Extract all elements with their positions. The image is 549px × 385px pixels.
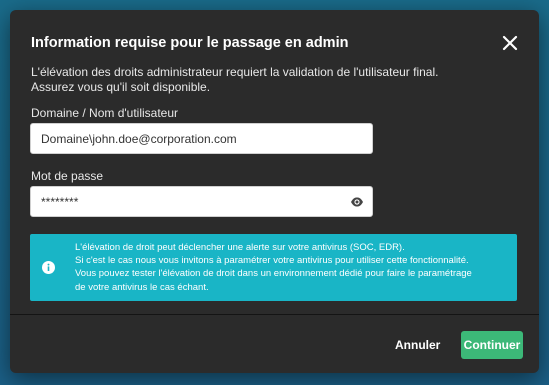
admin-elevation-dialog: Information requise pour le passage en a… — [10, 10, 539, 373]
username-field[interactable]: Domaine\john.doe@corporation.com — [30, 123, 373, 154]
alert-line: L'élévation de droit peut déclencher une… — [75, 242, 405, 253]
dialog-title: Information requise pour le passage en a… — [31, 35, 349, 51]
password-value: ******** — [41, 194, 79, 209]
password-label: Mot de passe — [31, 169, 104, 183]
show-password-toggle[interactable] — [350, 196, 364, 208]
close-button[interactable] — [500, 33, 520, 53]
close-icon — [502, 35, 518, 51]
description-line: Assurez vous qu'il soit disponible. — [31, 80, 211, 94]
cancel-button[interactable]: Annuler — [395, 338, 440, 352]
continue-button[interactable]: Continuer — [461, 331, 523, 359]
alert-text: L'élévation de droit peut déclencher une… — [75, 241, 511, 294]
footer-divider — [10, 314, 539, 315]
info-icon — [42, 261, 55, 274]
eye-icon — [351, 197, 363, 207]
alert-line: de votre antivirus le cas échant. — [75, 281, 209, 293]
description-line: L'élévation des droits administrateur re… — [31, 65, 439, 79]
username-value: Domaine\john.doe@corporation.com — [41, 131, 237, 146]
antivirus-warning-alert: L'élévation de droit peut déclencher une… — [30, 234, 517, 301]
password-field[interactable]: ******** — [30, 186, 373, 217]
username-label: Domaine / Nom d'utilisateur — [31, 106, 179, 120]
dialog-description: L'élévation des droits administrateur re… — [31, 65, 521, 95]
alert-line: Vous pouvez tester l'élévation de droit … — [75, 268, 472, 280]
alert-line: Si c'est le cas nous vous invitons à par… — [75, 255, 469, 267]
